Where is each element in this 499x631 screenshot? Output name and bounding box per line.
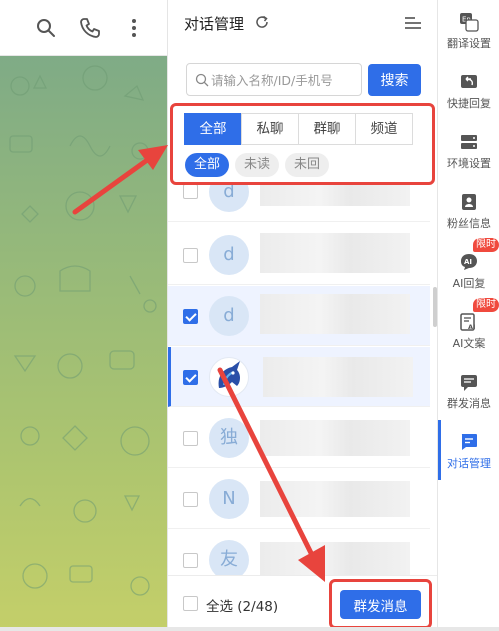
panel-title: 对话管理 [184, 15, 245, 33]
panel-footer: 全选 (2/48) 群发消息 [168, 575, 438, 631]
broadcast-button[interactable]: 群发消息 [340, 590, 421, 619]
select-all-checkbox[interactable] [183, 596, 198, 611]
sidebar-item-label: 快捷回复 [447, 97, 491, 110]
broadcast-icon [459, 372, 479, 392]
list-item[interactable]: d [168, 225, 430, 285]
unicorn-avatar [209, 357, 249, 397]
avatar: d [209, 185, 249, 212]
blurred-name [260, 420, 410, 456]
blurred-name [260, 542, 410, 575]
sidebar-item-ai-copy[interactable]: AI 限时 AI文案 [438, 298, 499, 360]
avatar: d [209, 296, 249, 336]
status-filter-pills: 全部 未读 未回 [185, 153, 330, 177]
row-checkbox[interactable] [183, 553, 198, 568]
list-item[interactable]: d [168, 286, 430, 346]
chat-wallpaper [0, 56, 167, 631]
svg-text:AI: AI [464, 258, 472, 266]
avatar: 独 [209, 418, 249, 458]
filter-unread[interactable]: 未读 [235, 153, 280, 177]
refresh-icon[interactable] [254, 14, 270, 30]
sidebar-item-fan-info[interactable]: 粉丝信息 [438, 180, 499, 240]
tab-channel[interactable]: 频道 [355, 113, 413, 145]
limited-badge: 限时 [473, 238, 499, 252]
filter-highlight-box: 全部 私聊 群聊 频道 全部 未读 未回 [170, 103, 435, 185]
ai-reply-icon: AI [459, 252, 479, 272]
translate-icon: En [459, 12, 479, 32]
menu-icon[interactable] [405, 16, 421, 30]
sidebar-item-ai-reply[interactable]: AI 限时 AI回复 [438, 238, 499, 300]
tool-sidebar: En 翻译设置 快捷回复 环境设置 粉丝信息 AI 限时 AI回复 AI 限时 … [437, 0, 499, 631]
list-item[interactable]: d [168, 185, 430, 222]
search-input[interactable] [211, 70, 359, 90]
avatar: 友 [209, 540, 249, 575]
blurred-name [263, 357, 413, 397]
sidebar-item-translate[interactable]: En 翻译设置 [438, 0, 499, 60]
list-item[interactable]: N [168, 469, 430, 529]
blurred-name [260, 233, 410, 273]
blurred-name [260, 294, 410, 334]
filter-unreplied[interactable]: 未回 [285, 153, 330, 177]
blurred-name [260, 481, 410, 517]
chat-manage-icon [459, 432, 479, 452]
ai-copy-icon: AI [459, 312, 479, 332]
list-item[interactable]: 友 [168, 530, 430, 575]
sidebar-item-label: 对话管理 [447, 457, 491, 470]
chat-type-tabs: 全部 私聊 群聊 频道 [184, 113, 413, 145]
broadcast-highlight-box: 群发消息 [329, 579, 432, 629]
sidebar-item-broadcast[interactable]: 群发消息 [438, 360, 499, 420]
quick-reply-icon [459, 72, 479, 92]
avatar: N [209, 479, 249, 519]
sidebar-item-environment[interactable]: 环境设置 [438, 120, 499, 180]
search-icon[interactable] [34, 16, 58, 40]
sidebar-item-label: 环境设置 [447, 157, 491, 170]
sidebar-item-quick-reply[interactable]: 快捷回复 [438, 60, 499, 120]
row-checkbox[interactable] [183, 370, 198, 385]
row-checkbox[interactable] [183, 185, 198, 199]
conversation-list: d d d 独 N 友 [168, 185, 438, 575]
row-checkbox[interactable] [183, 248, 198, 263]
dialog-manager-panel: 对话管理 搜索 全部 私聊 群聊 频道 全部 未读 未回 d [167, 0, 438, 631]
avatar: d [209, 235, 249, 275]
sidebar-item-label: AI文案 [452, 337, 486, 350]
sidebar-item-label: 粉丝信息 [447, 217, 491, 230]
svg-text:AI: AI [468, 323, 475, 331]
tab-all[interactable]: 全部 [184, 113, 242, 145]
chat-pane [0, 0, 167, 631]
sidebar-item-chat-manage[interactable]: 对话管理 [438, 420, 499, 480]
row-checkbox[interactable] [183, 431, 198, 446]
search-icon [195, 73, 209, 87]
sidebar-item-label: 群发消息 [447, 397, 491, 410]
sidebar-item-label: 翻译设置 [447, 37, 491, 50]
limited-badge: 限时 [473, 298, 499, 312]
tab-group[interactable]: 群聊 [298, 113, 356, 145]
list-item[interactable] [168, 347, 430, 407]
environment-icon [459, 132, 479, 152]
select-all-label[interactable]: 全选 (2/48) [206, 595, 278, 615]
bottom-divider [0, 627, 499, 631]
chat-header [0, 0, 167, 56]
row-checkbox[interactable] [183, 309, 198, 324]
row-checkbox[interactable] [183, 492, 198, 507]
phone-icon[interactable] [78, 16, 102, 40]
blurred-name [260, 185, 410, 206]
filter-all[interactable]: 全部 [185, 153, 230, 177]
more-vertical-icon[interactable] [122, 16, 146, 40]
fan-info-icon [459, 192, 479, 212]
search-button[interactable]: 搜索 [368, 64, 421, 96]
search-field [186, 63, 362, 96]
list-item[interactable]: 独 [168, 408, 430, 468]
sidebar-item-label: AI回复 [452, 277, 486, 290]
tab-private[interactable]: 私聊 [241, 113, 299, 145]
